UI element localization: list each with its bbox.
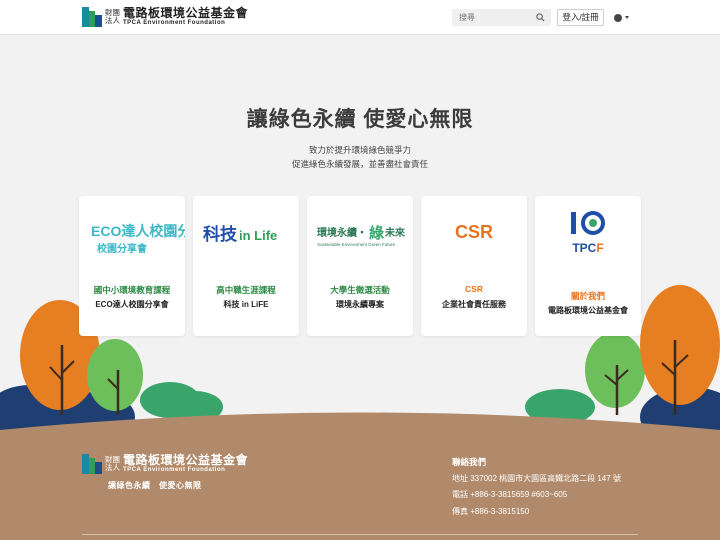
logo-prefix: 財團法人 — [105, 8, 120, 25]
card-tech-in-life[interactable]: 科技 in Life 高中職生涯課程 科技 in LiFE — [193, 196, 299, 336]
logo-name-cn: 電路板環境公益基金會 — [123, 6, 249, 20]
logo-name-en: TPCA Environment Foundation — [123, 20, 226, 26]
green-future-logo-icon: 環境永續・ 綠 未來 Sustainable Environment Green… — [317, 224, 405, 247]
site-logo[interactable]: 財團法人 電路板環境公益基金會 TPCA Environment Foundat… — [82, 7, 248, 27]
card-category: 大學生徵選活動 — [330, 285, 390, 295]
hero-subtitle-2: 促進綠色永續發展，並善盡社會責任 — [291, 159, 428, 169]
svg-text:TPCF: TPCF — [572, 241, 603, 255]
footer-divider — [82, 534, 638, 535]
tech-in-life-logo-icon: 科技 in Life — [203, 224, 277, 244]
login-register-button[interactable]: 登入/註冊 — [557, 9, 604, 26]
svg-text:in Life: in Life — [239, 228, 277, 243]
card-about-us[interactable]: TPCF 關於我們 電路板環境公益基金會 — [535, 196, 641, 336]
card-csr[interactable]: CSR CSR 企業社會責任服務 — [421, 196, 527, 336]
svg-text:科技: 科技 — [203, 224, 238, 244]
card-category: 關於我們 — [570, 291, 605, 301]
search-box — [452, 9, 551, 26]
top-header: 財團法人 電路板環境公益基金會 TPCA Environment Foundat… — [0, 0, 720, 35]
card-title: 電路板環境公益基金會 — [548, 306, 628, 315]
chevron-down-icon — [625, 16, 629, 19]
svg-text:綠: 綠 — [369, 224, 385, 242]
footer: 財團法人 電路板環境公益基金會 TPCA Environment Foundat… — [0, 430, 720, 540]
footer-logo-prefix: 財團法人 — [105, 455, 120, 472]
eco-campus-logo-icon: ECO達人校園分享會 校園分享會 — [91, 223, 185, 255]
contact-fax: 傳真 +886-3-3815150 — [452, 507, 530, 516]
card-eco-campus[interactable]: ECO達人校園分享會 校園分享會 國中小環境教育課程 ECO達人校園分享會 — [79, 196, 185, 336]
svg-text:未來: 未來 — [384, 226, 405, 239]
contact-title: 聯絡我們 — [452, 457, 487, 467]
footer-logo[interactable]: 財團法人 電路板環境公益基金會 TPCA Environment Foundat… — [82, 454, 248, 474]
card-category: 高中職生涯課程 — [216, 285, 276, 295]
footer-slogan: 讓綠色永續 使愛心無限 — [108, 481, 202, 490]
hero-title: 讓綠色永續 使愛心無限 — [246, 108, 474, 131]
card-category: 國中小環境教育課程 — [93, 285, 171, 295]
footer-logo-name-en: TPCA Environment Foundation — [123, 467, 226, 473]
eco-logo-text: ECO達人校園分享會 — [91, 223, 185, 239]
card-title: 企業社會責任服務 — [442, 300, 506, 309]
search-icon[interactable] — [536, 13, 545, 22]
card-green-future[interactable]: 環境永續・ 綠 未來 Sustainable Environment Green… — [307, 196, 413, 336]
contact-phone[interactable]: 電話 +886-3-3815659 #603~605 — [452, 489, 567, 500]
card-title: ECO達人校園分享會 — [95, 300, 169, 309]
svg-text:校園分享會: 校園分享會 — [97, 242, 148, 255]
search-input[interactable] — [452, 9, 532, 26]
contact-address: 地址 337002 桃園市大園區高鐵北路二段 147 號 — [452, 474, 621, 483]
logo-mark-icon — [82, 454, 102, 474]
hero-subtitle-1: 致力於提升環境綠色競爭力 — [308, 145, 411, 155]
csr-logo-icon: CSR — [455, 222, 493, 242]
logo-mark-icon — [82, 7, 102, 27]
svg-text:Sustainable Environment Green: Sustainable Environment Green Future — [317, 242, 396, 247]
svg-text:CSR: CSR — [455, 222, 493, 242]
card-title: 環境永續專案 — [336, 300, 384, 309]
tpcf-logo-icon: TPCF — [571, 211, 605, 255]
globe-icon — [614, 13, 622, 22]
svg-text:環境永續・: 環境永續・ — [317, 226, 367, 239]
card-category: CSR — [465, 284, 483, 294]
footer-logo-name-cn: 電路板環境公益基金會 — [123, 453, 249, 467]
card-title: 科技 in LiFE — [223, 300, 269, 309]
language-dropdown[interactable] — [614, 11, 634, 24]
